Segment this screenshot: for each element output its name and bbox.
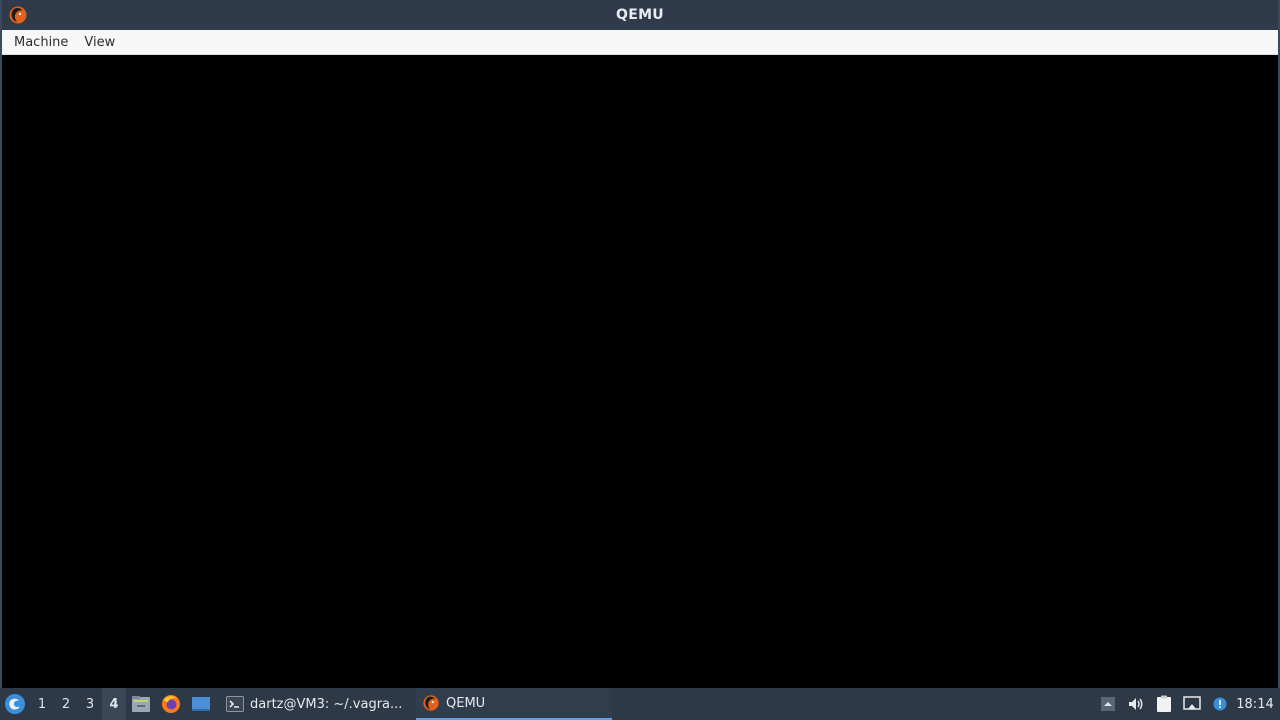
task-qemu[interactable]: QEMU (416, 688, 612, 720)
task-terminal-label: dartz@VM3: ~/.vagra... (250, 696, 403, 712)
start-button[interactable] (0, 688, 30, 720)
qemu-window: QEMU Machine View (0, 0, 1280, 688)
tray-expand-icon (1101, 697, 1115, 711)
menu-bar: Machine View (2, 30, 1278, 55)
desktop-icon (192, 697, 210, 711)
update-notifier-icon (1213, 697, 1227, 711)
window-title: QEMU (616, 7, 664, 23)
update-notifier-button[interactable] (1206, 688, 1234, 720)
volume-icon (1129, 698, 1143, 710)
desktop-3[interactable]: 3 (78, 688, 102, 720)
desktop-1[interactable]: 1 (30, 688, 54, 720)
volume-button[interactable] (1122, 688, 1150, 720)
start-menu-icon (5, 694, 25, 714)
qemu-icon (423, 695, 439, 711)
menu-machine[interactable]: Machine (6, 32, 76, 53)
taskbar: 1 2 3 4 dartz@VM3: ~/.vagra... QEMU 18:1… (0, 688, 1280, 720)
terminal-icon (226, 696, 244, 712)
task-qemu-label: QEMU (446, 695, 486, 711)
menu-view[interactable]: View (76, 32, 123, 53)
file-manager-icon (132, 696, 150, 712)
clipboard-icon (1157, 695, 1171, 712)
launcher-file-manager[interactable] (126, 688, 156, 720)
network-icon (1183, 696, 1201, 710)
desktop-2[interactable]: 2 (54, 688, 78, 720)
network-button[interactable] (1178, 688, 1206, 720)
title-bar[interactable]: QEMU (2, 0, 1278, 30)
firefox-icon (162, 695, 180, 713)
desktop-4[interactable]: 4 (102, 688, 126, 720)
qemu-icon (9, 6, 27, 24)
launcher-firefox[interactable] (156, 688, 186, 720)
clipboard-button[interactable] (1150, 688, 1178, 720)
vm-display[interactable] (2, 55, 1278, 688)
launcher-desktop[interactable] (186, 688, 216, 720)
tray-expand-button[interactable] (1094, 688, 1122, 720)
clock[interactable]: 18:14 (1234, 697, 1276, 712)
task-terminal[interactable]: dartz@VM3: ~/.vagra... (220, 688, 416, 720)
